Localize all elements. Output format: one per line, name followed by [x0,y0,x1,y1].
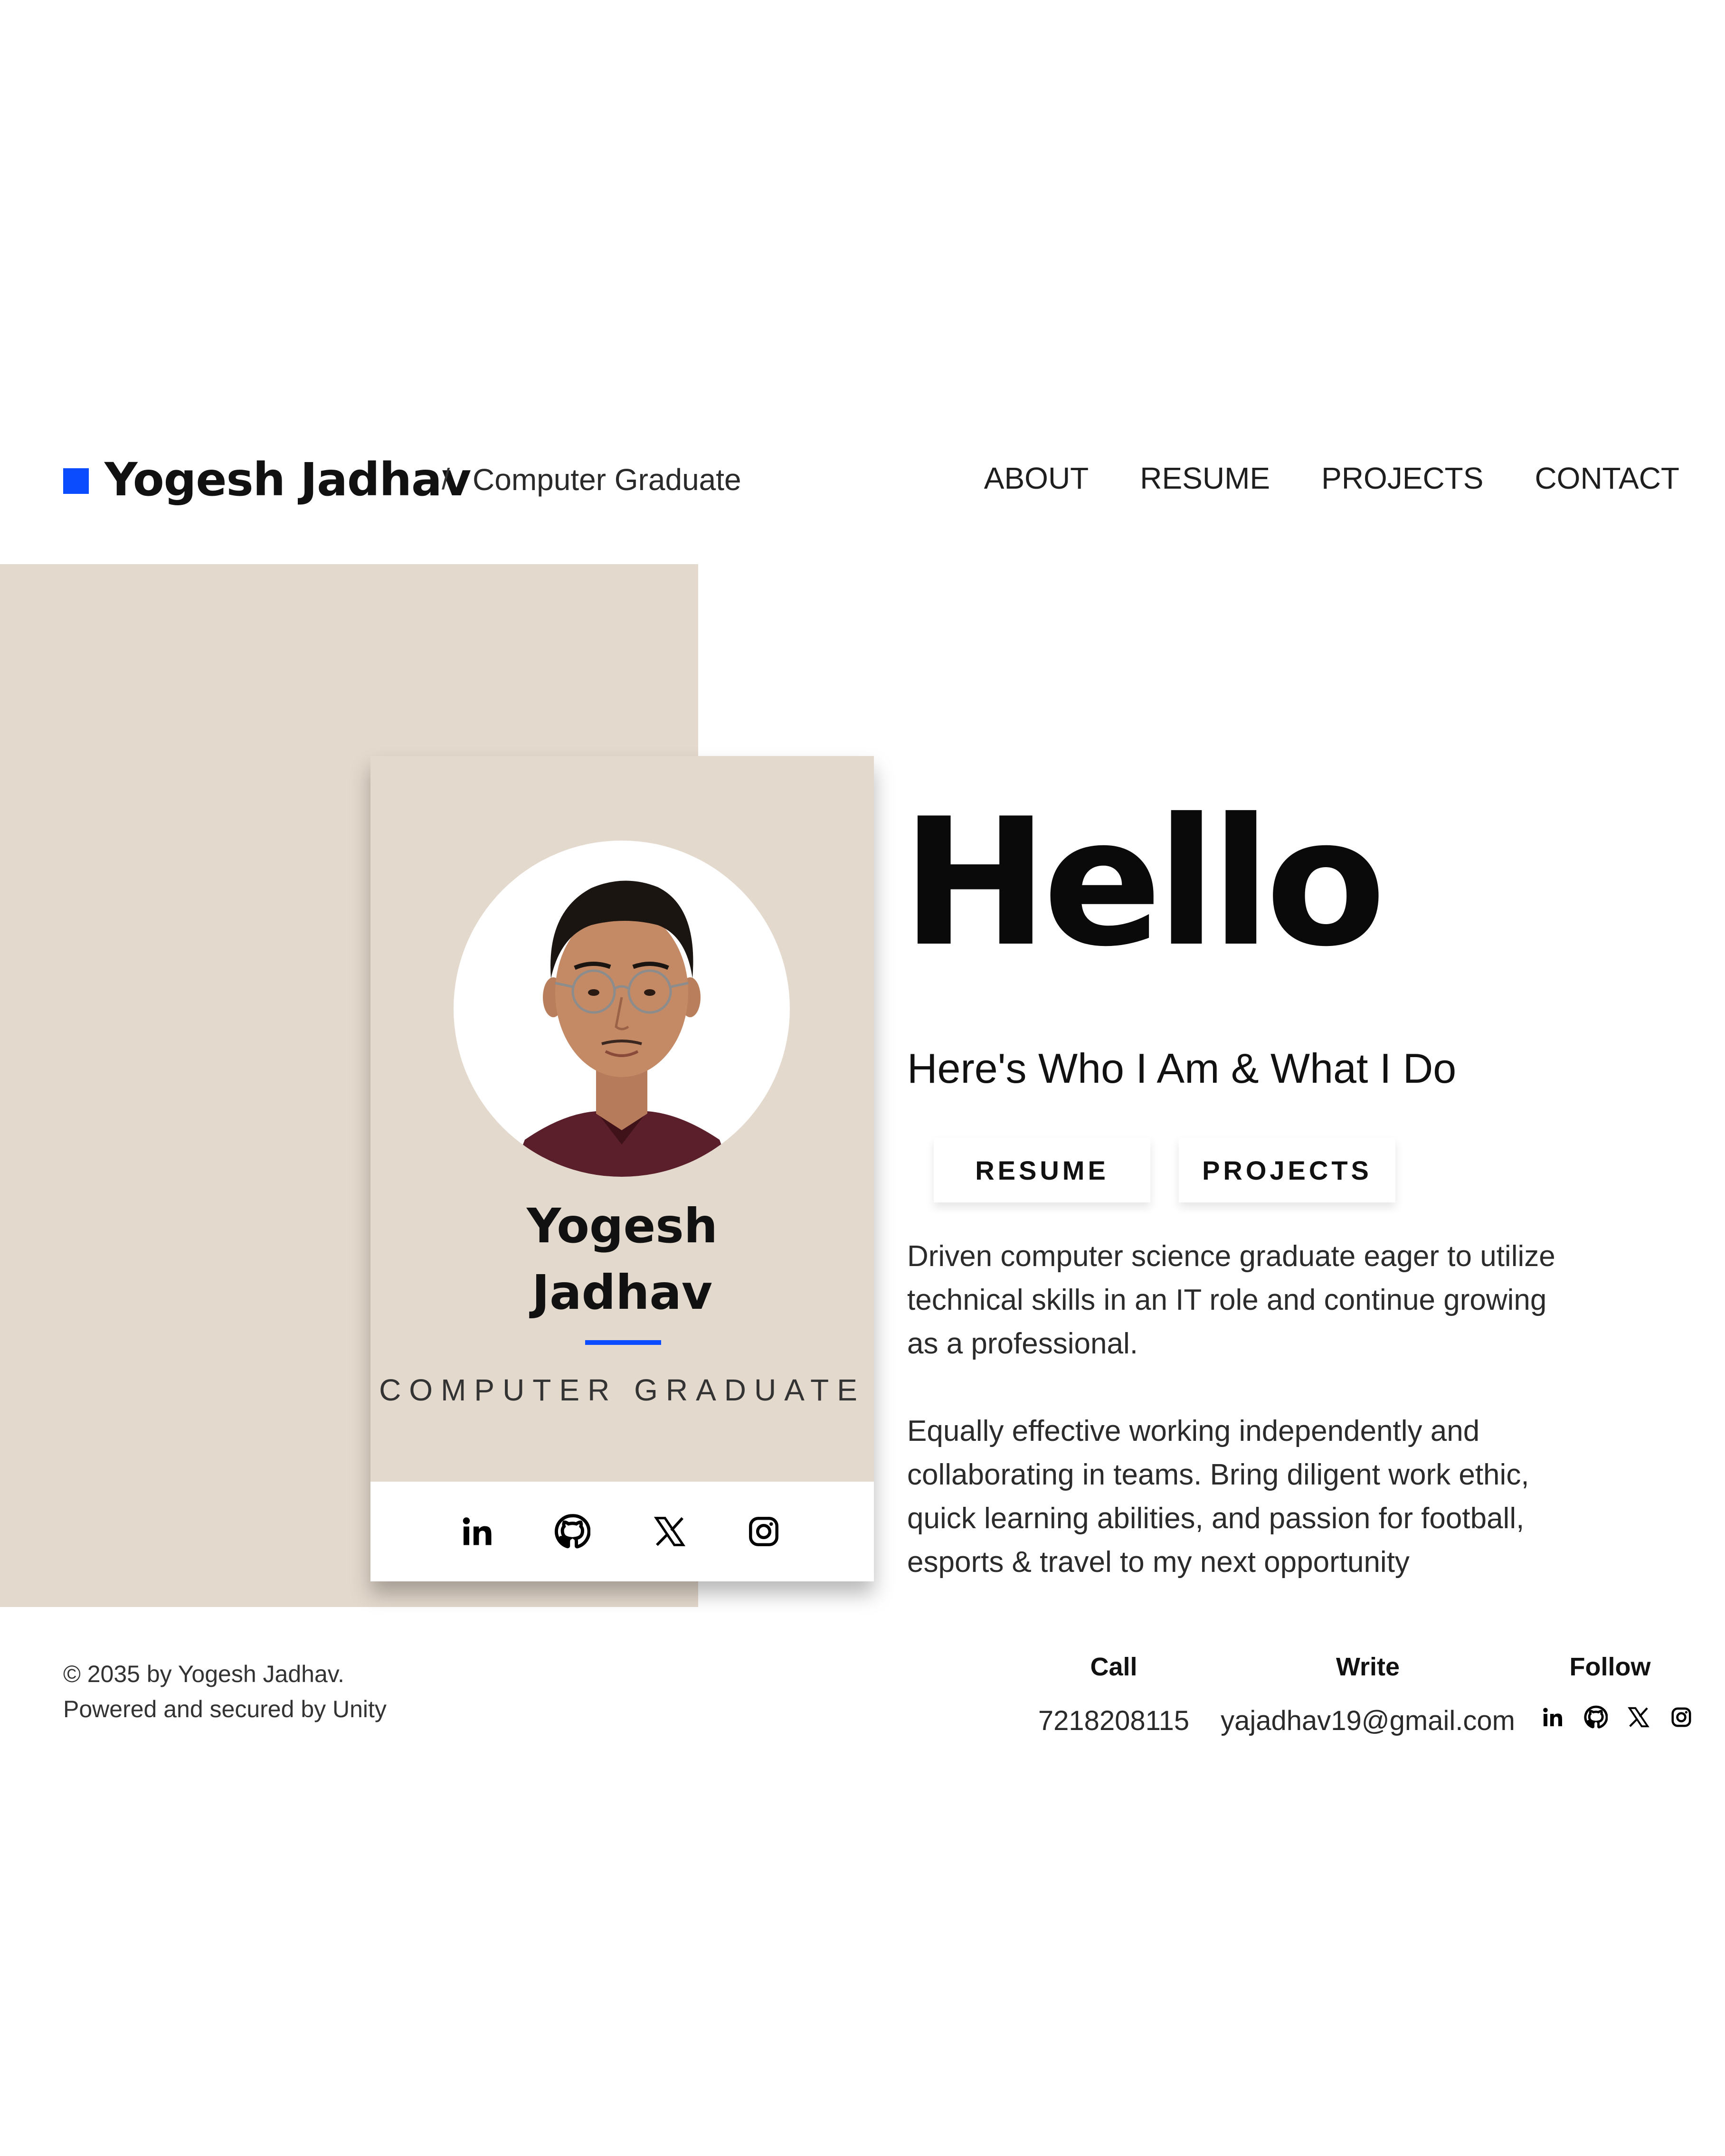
x-icon[interactable] [1625,1704,1652,1730]
footer-social-icons [1540,1704,1695,1730]
nav-item-projects[interactable]: PROJECTS [1321,457,1483,500]
footer-write-heading: Write [1336,1653,1400,1681]
intro-paragraph-1: Driven computer science graduate eager t… [907,1240,1555,1360]
main-nav: ABOUT RESUME PROJECTS CONTACT [984,457,1679,500]
resume-button[interactable]: RESUME [934,1138,1150,1202]
linkedin-icon[interactable] [454,1508,502,1555]
card-last-name: Jadhav [531,1265,713,1320]
github-icon[interactable] [1583,1704,1609,1730]
site-tagline: Computer Graduate [473,463,741,497]
profile-card: Yogesh Jadhav COMPUTER GRADUATE [370,756,874,1581]
copyright-line: © 2035 by Yogesh Jadhav. [63,1661,344,1687]
site-title[interactable]: Yogesh Jadhav [104,446,471,513]
powered-by-line: Powered and secured by Unity [63,1696,387,1722]
instagram-icon[interactable] [740,1508,787,1555]
card-name: Yogesh Jadhav [370,1193,874,1326]
card-first-name: Yogesh [526,1198,718,1254]
card-divider [585,1340,661,1345]
avatar [454,841,790,1177]
footer-email[interactable]: yajadhav19@gmail.com [1216,1702,1520,1740]
nav-item-resume[interactable]: RESUME [1140,457,1270,500]
instagram-icon[interactable] [1668,1704,1695,1730]
nav-item-contact[interactable]: CONTACT [1535,457,1679,500]
title-separator: / [442,463,450,496]
card-role: COMPUTER GRADUATE [379,1373,865,1407]
profile-photo [511,880,733,1177]
x-icon[interactable] [646,1508,693,1555]
intro-paragraph-2: Equally effective working independently … [907,1415,1529,1579]
hero-subheading: Here's Who I Am & What I Do [907,1045,1457,1092]
projects-button[interactable]: PROJECTS [1179,1138,1395,1202]
footer-call-heading: Call [1090,1653,1137,1681]
footer-phone[interactable]: 7218208115 [1035,1702,1192,1740]
footer-follow-heading: Follow [1569,1653,1651,1681]
brand-square-logo [63,468,89,494]
nav-item-about[interactable]: ABOUT [984,457,1089,500]
github-icon[interactable] [549,1508,596,1555]
hero-greeting: Hello [901,781,1386,985]
footer-copyright: © 2035 by Yogesh Jadhav. Powered and sec… [63,1656,387,1727]
card-social-bar [370,1482,874,1581]
linkedin-icon[interactable] [1540,1704,1566,1730]
